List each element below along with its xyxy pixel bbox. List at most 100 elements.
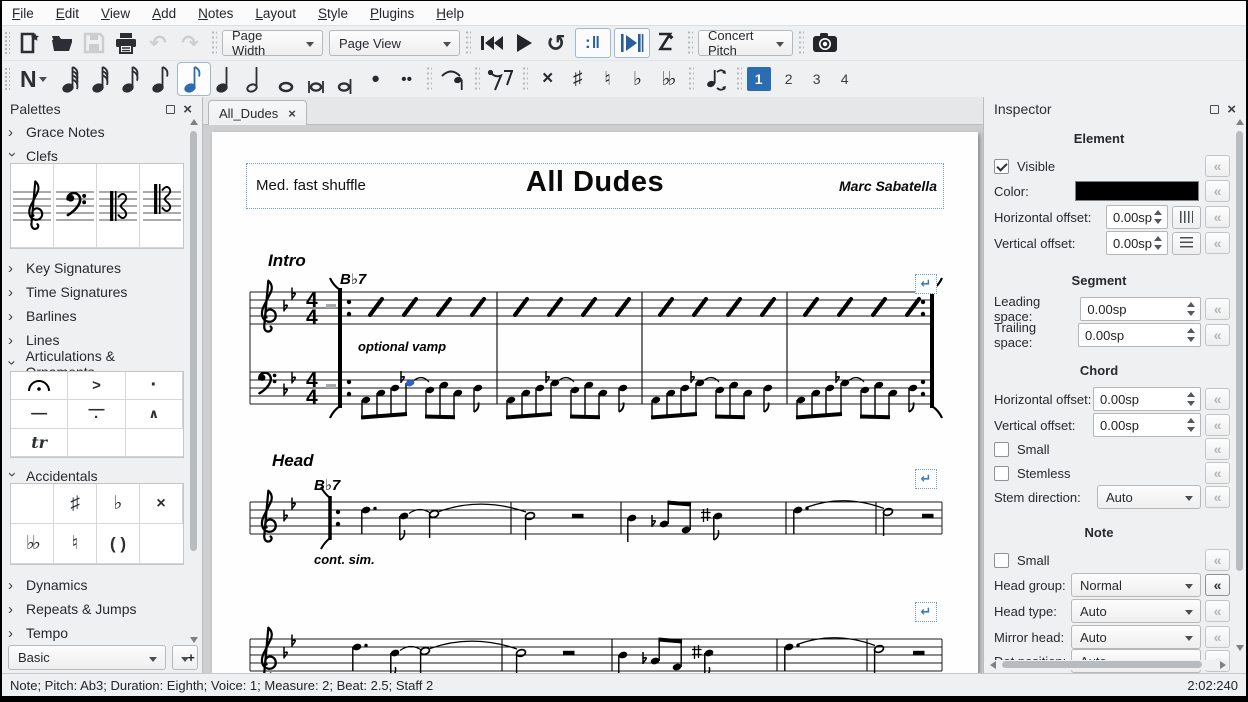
accent-cell[interactable]: > [68, 372, 125, 400]
snap-horizontal-button[interactable] [1172, 206, 1201, 229]
chord-symbol-head[interactable]: B♭7 [314, 477, 341, 494]
score-view[interactable]: All_Dudes × Med. fast shuffle All Dudes … [203, 97, 983, 673]
duration-whole-icon[interactable] [271, 63, 301, 95]
duration-breve-icon[interactable] [301, 63, 331, 95]
composer-text[interactable]: Marc Sabatella [839, 178, 937, 194]
metronome-button[interactable] [650, 28, 682, 58]
rest-button[interactable] [485, 64, 517, 94]
visible-checkbox[interactable] [994, 159, 1009, 174]
note-small-checkbox[interactable] [994, 553, 1009, 568]
empty-cell[interactable] [126, 429, 183, 457]
system-break-icon[interactable]: ↵ [915, 274, 937, 294]
close-icon[interactable]: × [1227, 102, 1236, 117]
voice-4-button[interactable]: 4 [833, 67, 857, 91]
duration-8th-unselected-icon[interactable] [147, 63, 177, 95]
reset-stem-direction-button[interactable]: « [1205, 486, 1230, 508]
system-break-icon[interactable]: ↵ [915, 469, 937, 489]
score-system-3[interactable] [242, 592, 954, 673]
note-input-dropdown-arrow[interactable] [39, 77, 47, 82]
treble-clef-cell[interactable] [11, 164, 54, 248]
natural-button[interactable]: ♮ [593, 68, 623, 91]
color-swatch[interactable] [1075, 181, 1199, 201]
score-page[interactable]: Med. fast shuffle All Dudes Marc Sabatel… [212, 132, 978, 673]
zoom-combobox[interactable]: Page Width [222, 30, 323, 56]
palette-item-barlines[interactable]: › Barlines [8, 305, 178, 327]
save-button[interactable] [78, 28, 110, 58]
play-repeats-toggle[interactable]: :‖ [575, 28, 611, 58]
print-button[interactable] [110, 28, 142, 58]
play-button[interactable] [508, 28, 540, 58]
note-input-mode-button[interactable]: N [20, 66, 37, 93]
menu-file[interactable]: File [12, 6, 34, 21]
head-group-dropdown[interactable]: Normal [1071, 573, 1201, 597]
scroll-down-arrow[interactable] [190, 637, 198, 643]
reset-chord-small-button[interactable]: « [1205, 438, 1230, 460]
open-file-button[interactable] [46, 28, 78, 58]
palette-item-repeats-jumps[interactable]: › Repeats & Jumps [8, 598, 178, 620]
natural-cell[interactable]: ♮ [54, 524, 97, 564]
head-type-dropdown[interactable]: Auto [1071, 599, 1201, 623]
menu-layout[interactable]: Layout [255, 6, 296, 21]
menu-view[interactable]: View [101, 6, 130, 21]
toolbar-drag-handle[interactable] [4, 31, 10, 55]
scrollbar-thumb[interactable] [1002, 661, 1202, 668]
flat-button[interactable]: ♭ [623, 68, 653, 91]
sharp-button[interactable]: ♯ [563, 68, 593, 90]
view-mode-combobox[interactable]: Page View [329, 30, 460, 56]
double-sharp-cell[interactable]: × [140, 484, 183, 524]
palette-item-dynamics[interactable]: › Dynamics [8, 574, 178, 596]
time-signature-lower-bass[interactable]: 4 [306, 386, 318, 409]
redo-button[interactable]: ↷ [174, 28, 206, 58]
reset-head-type-button[interactable]: « [1205, 600, 1230, 622]
duration-longa-icon[interactable] [331, 63, 361, 95]
trailing-space-spinbox[interactable]: 0.00sp [1078, 323, 1201, 347]
mirror-head-dropdown[interactable]: Auto [1071, 625, 1201, 649]
undock-icon[interactable] [166, 105, 175, 114]
score-system-intro[interactable]: Intro B♭7 optional vamp 4 4 4 4 [242, 244, 954, 426]
tie-button[interactable] [437, 64, 469, 94]
tab-close-icon[interactable]: × [288, 106, 296, 121]
rewind-button[interactable] [476, 28, 508, 58]
new-score-button[interactable] [14, 28, 46, 58]
double-flat-cell[interactable]: ♭♭ [11, 524, 54, 564]
reset-head-group-button[interactable]: « [1205, 574, 1230, 596]
duration-eighth-selected[interactable] [177, 62, 211, 96]
loop-playback-button[interactable]: ↺ [540, 28, 572, 58]
reset-note-small-button[interactable]: « [1205, 549, 1230, 571]
voice-2-button[interactable]: 2 [777, 67, 801, 91]
bass-clef-cell[interactable] [54, 164, 97, 248]
duration-quarter-icon[interactable] [211, 63, 241, 95]
reset-stemless-button[interactable]: « [1205, 462, 1230, 484]
system-break-icon[interactable]: ↵ [915, 602, 937, 622]
voice-3-button[interactable]: 3 [805, 67, 829, 91]
reset-visible-button[interactable]: « [1205, 155, 1230, 177]
no-accidental-cell[interactable] [11, 484, 54, 524]
reset-color-button[interactable]: « [1205, 180, 1230, 202]
marcato-cell[interactable]: ∧ [126, 400, 183, 428]
trill-cell[interactable]: tr [11, 429, 68, 457]
augmentation-dot-button[interactable]: • [361, 66, 391, 92]
scroll-right-arrow[interactable] [1220, 661, 1226, 669]
tenuto-cell[interactable]: — [11, 400, 68, 428]
palette-item-key-signatures[interactable]: › Key Signatures [8, 257, 178, 279]
chord-symbol-intro[interactable]: B♭7 [340, 271, 367, 288]
tenor-clef-cell[interactable] [140, 164, 183, 248]
double-dot-button[interactable]: • • [391, 71, 421, 88]
workspace-combobox[interactable]: Basic [8, 645, 166, 670]
empty-cell[interactable] [68, 429, 125, 457]
element-hoffset-spinbox[interactable]: 0.00sp [1106, 205, 1168, 229]
cont-sim-text[interactable]: cont. sim. [314, 552, 375, 567]
reset-element-hoffset-button[interactable]: « [1205, 206, 1230, 228]
add-workspace-button[interactable]: + [172, 645, 198, 670]
flat-cell[interactable]: ♭ [97, 484, 140, 524]
scroll-up-arrow[interactable] [190, 119, 198, 125]
scroll-down-arrow[interactable] [1236, 645, 1244, 651]
vamp-text[interactable]: optional vamp [358, 339, 446, 354]
pan-playback-toggle[interactable] [614, 28, 650, 58]
double-sharp-button[interactable]: × [533, 68, 563, 90]
inspector-hscrollbar[interactable] [988, 660, 1228, 670]
close-icon[interactable]: × [183, 102, 192, 117]
element-voffset-spinbox[interactable]: 0.00sp [1106, 231, 1168, 255]
duration-half-icon[interactable] [241, 63, 271, 95]
reset-chord-voffset-button[interactable]: « [1205, 414, 1230, 436]
